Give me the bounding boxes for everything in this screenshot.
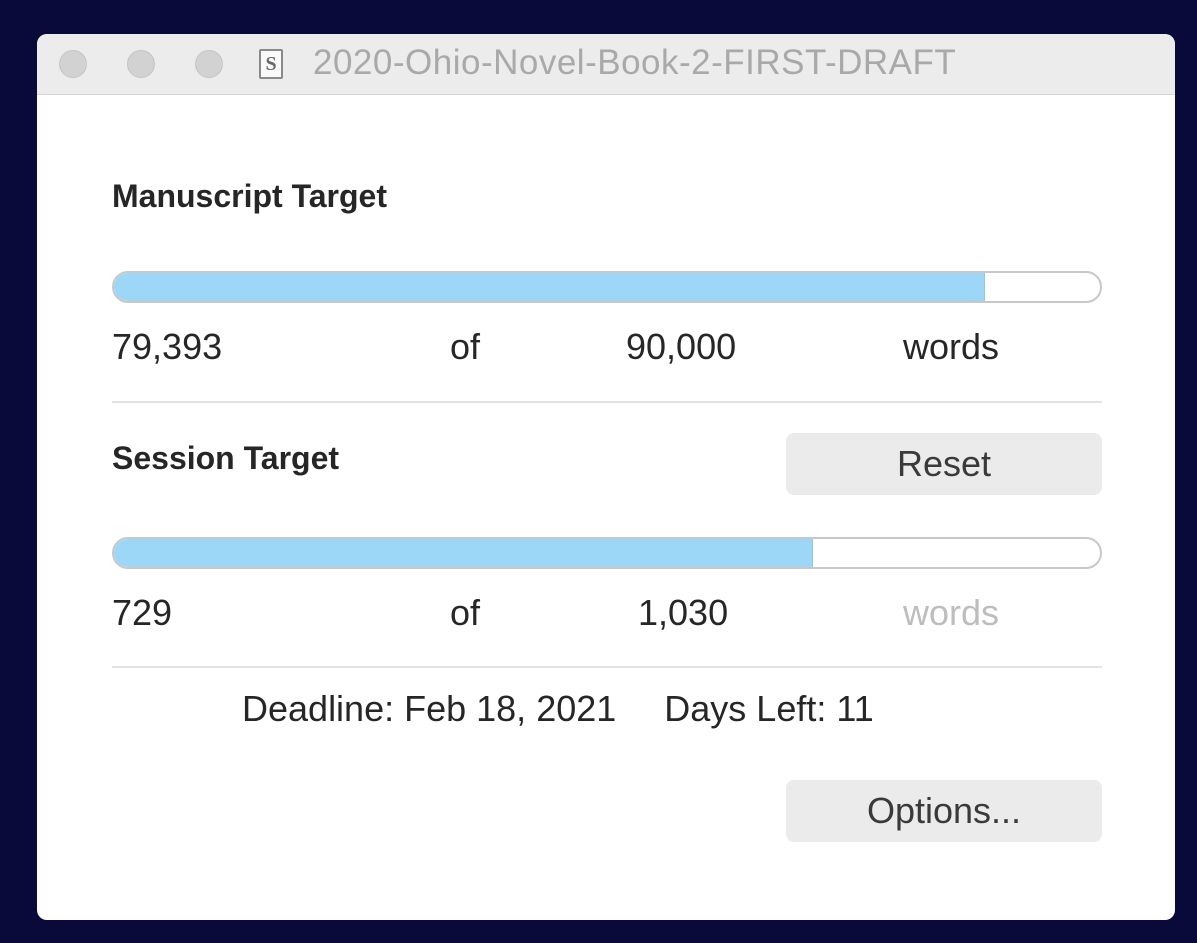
deadline-date: Deadline: Feb 18, 2021 bbox=[242, 688, 617, 729]
divider bbox=[112, 401, 1102, 403]
session-target-count[interactable]: 1,030 bbox=[638, 592, 728, 634]
days-left: Days Left: 11 bbox=[664, 688, 874, 729]
manuscript-target-count[interactable]: 90,000 bbox=[626, 326, 736, 368]
zoom-window-button[interactable] bbox=[195, 50, 223, 78]
targets-window: S 2020-Ohio-Novel-Book-2-FIRST-DRAFT Man… bbox=[37, 34, 1175, 920]
scrivener-document-icon: S bbox=[259, 49, 283, 79]
manuscript-current-count: 79,393 bbox=[112, 326, 223, 367]
options-button[interactable]: Options... bbox=[786, 780, 1102, 842]
session-target-heading: Session Target bbox=[112, 440, 340, 476]
window-title: 2020-Ohio-Novel-Book-2-FIRST-DRAFT bbox=[313, 43, 957, 82]
minimize-window-button[interactable] bbox=[127, 50, 155, 78]
reset-button[interactable]: Reset bbox=[786, 433, 1102, 495]
manuscript-progress-fill bbox=[114, 273, 985, 301]
session-current-count: 729 bbox=[112, 592, 173, 633]
session-progress-fill bbox=[114, 539, 814, 567]
close-window-button[interactable] bbox=[59, 50, 87, 78]
session-of-label: of bbox=[450, 592, 481, 633]
session-unit-selector: words bbox=[903, 592, 1000, 633]
session-progress-bar bbox=[112, 537, 1102, 569]
deadline-info: Deadline: Feb 18, 2021 Days Left: 11 bbox=[242, 688, 874, 730]
divider bbox=[112, 666, 1102, 668]
manuscript-target-heading: Manuscript Target bbox=[112, 178, 387, 214]
title-bar[interactable]: S 2020-Ohio-Novel-Book-2-FIRST-DRAFT bbox=[37, 34, 1175, 95]
manuscript-progress-bar bbox=[112, 271, 1102, 303]
manuscript-of-label: of bbox=[450, 326, 481, 367]
manuscript-unit-selector[interactable]: words bbox=[903, 326, 999, 368]
